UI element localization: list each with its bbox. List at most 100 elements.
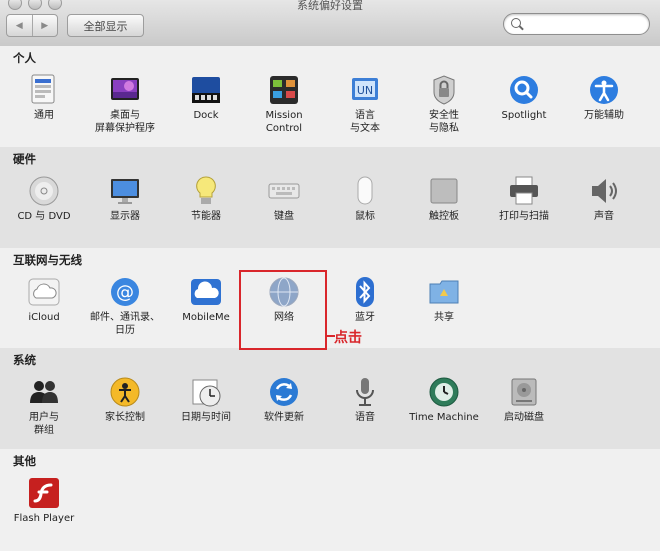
annotation-click-label: 点击 xyxy=(334,330,362,346)
pref-pane-label: Mission Control xyxy=(265,110,303,134)
pref-pane-language-text[interactable]: UN 语言 与文本 xyxy=(325,74,405,135)
pref-pane-label: 用户与 群组 xyxy=(29,412,59,436)
pref-pane-spotlight[interactable]: Spotlight xyxy=(484,74,564,122)
date-time-icon xyxy=(190,376,222,408)
pref-pane-label: 日期与时间 xyxy=(181,412,231,423)
window-title: 系统偏好设置 xyxy=(297,0,363,12)
pref-pane-mouse[interactable]: 鼠标 xyxy=(325,175,405,223)
show-all-button[interactable]: 全部显示 xyxy=(67,14,144,37)
pref-pane-date-time[interactable]: 日期与时间 xyxy=(166,376,246,424)
pref-pane-security-privacy[interactable]: 安全性 与隐私 xyxy=(404,74,484,135)
dock-icon xyxy=(190,74,222,106)
highlight-box xyxy=(239,270,327,350)
pref-pane-print-scan[interactable]: 打印与扫描 xyxy=(484,175,564,223)
users-groups-icon xyxy=(28,376,60,408)
security-privacy-icon xyxy=(428,74,460,106)
sharing-icon xyxy=(428,276,460,308)
forward-button[interactable]: ▶ xyxy=(31,15,58,36)
pref-pane-mission-control[interactable]: Mission Control xyxy=(244,74,324,135)
desktop-screensaver-icon xyxy=(109,74,141,106)
mouse-icon xyxy=(349,175,381,207)
search-icon xyxy=(511,18,521,28)
search-input[interactable] xyxy=(526,15,645,33)
bluetooth-icon xyxy=(349,276,381,308)
svg-text:@: @ xyxy=(116,282,134,303)
mobileme-icon xyxy=(190,276,222,308)
software-update-icon xyxy=(268,376,300,408)
pref-pane-energy-saver[interactable]: 节能器 xyxy=(166,175,246,223)
pref-pane-label: 桌面与 屏幕保护程序 xyxy=(95,110,155,134)
search-field[interactable] xyxy=(503,13,650,35)
pref-pane-label: 鼠标 xyxy=(355,211,375,222)
pref-pane-flash-player[interactable]: Flash Player xyxy=(4,477,84,525)
parental-controls-icon xyxy=(109,376,141,408)
back-button[interactable]: ◀ xyxy=(7,15,32,36)
section-2: 互联网与无线 iCloud @ 邮件、通讯录、 日历 MobileMe 网络 蓝牙 共享 xyxy=(0,248,660,349)
pref-pane-sharing[interactable]: 共享 xyxy=(404,276,484,324)
section-1: 硬件 CD 与 DVD 显示器 节能器 键盘 鼠标 触控板 打印与扫描 声音 xyxy=(0,147,660,249)
pref-pane-startup-disk[interactable]: 启动磁盘 xyxy=(484,376,564,424)
pref-pane-label: 家长控制 xyxy=(105,412,145,423)
pref-pane-displays[interactable]: 显示器 xyxy=(85,175,165,223)
pref-pane-mail-contacts-calendars[interactable]: @ 邮件、通讯录、 日历 xyxy=(85,276,165,337)
pref-pane-label: 声音 xyxy=(594,211,614,222)
pref-pane-users-groups[interactable]: 用户与 群组 xyxy=(4,376,84,437)
icloud-icon xyxy=(28,276,60,308)
pref-pane-label: 蓝牙 xyxy=(355,312,375,323)
nav-buttons: ◀ ▶ xyxy=(6,14,58,37)
pref-pane-dock[interactable]: Dock xyxy=(166,74,246,122)
pref-pane-label: 语音 xyxy=(355,412,375,423)
pref-pane-keyboard[interactable]: 键盘 xyxy=(244,175,324,223)
startup-disk-icon xyxy=(508,376,540,408)
trackpad-icon xyxy=(428,175,460,207)
pref-pane-label: Spotlight xyxy=(501,110,547,121)
section-4: 其他 Flash Player xyxy=(0,449,660,551)
pref-pane-label: Time Machine xyxy=(409,412,479,423)
mail-contacts-calendars-icon: @ xyxy=(109,276,141,308)
pref-pane-bluetooth[interactable]: 蓝牙 xyxy=(325,276,405,324)
pref-pane-label: 共享 xyxy=(434,312,454,323)
pref-pane-label: 打印与扫描 xyxy=(499,211,549,222)
pref-pane-label: 显示器 xyxy=(110,211,140,222)
section-title: 互联网与无线 xyxy=(13,253,82,267)
pref-pane-time-machine[interactable]: Time Machine xyxy=(404,376,484,424)
pref-pane-label: MobileMe xyxy=(182,312,230,323)
pref-pane-trackpad[interactable]: 触控板 xyxy=(404,175,484,223)
pref-pane-label: 通用 xyxy=(34,110,54,121)
spotlight-icon xyxy=(508,74,540,106)
energy-saver-icon xyxy=(190,175,222,207)
pref-pane-speech[interactable]: 语音 xyxy=(325,376,405,424)
toolbar: 系统偏好设置 ◀ ▶ 全部显示 xyxy=(0,0,660,47)
pref-pane-icloud[interactable]: iCloud xyxy=(4,276,84,324)
section-0: 个人通用 桌面与 屏幕保护程序 Dock Mission Control UN 语言 与文… xyxy=(0,46,660,148)
pref-pane-label: Flash Player xyxy=(13,513,75,524)
section-3: 系统 用户与 群组 家长控制 日期与时间 软件更新 语音 Time Machine 启动磁盘 xyxy=(0,348,660,450)
pref-pane-label: 邮件、通讯录、 日历 xyxy=(90,312,160,336)
pref-pane-sound[interactable]: 声音 xyxy=(564,175,644,223)
pref-pane-label: CD 与 DVD xyxy=(17,211,71,222)
flash-player-icon xyxy=(28,477,60,509)
print-scan-icon xyxy=(508,175,540,207)
pref-pane-software-update[interactable]: 软件更新 xyxy=(244,376,324,424)
pref-pane-label: 万能辅助 xyxy=(584,110,624,121)
pref-pane-mobileme[interactable]: MobileMe xyxy=(166,276,246,324)
section-title: 个人 xyxy=(13,51,36,65)
displays-icon xyxy=(109,175,141,207)
pref-pane-parental-controls[interactable]: 家长控制 xyxy=(85,376,165,424)
cd-dvd-icon xyxy=(28,175,60,207)
pref-pane-label: 启动磁盘 xyxy=(504,412,544,423)
pref-pane-label: Dock xyxy=(193,110,219,121)
pref-pane-cd-dvd[interactable]: CD 与 DVD xyxy=(4,175,84,223)
sound-icon xyxy=(588,175,620,207)
pref-pane-label: 语言 与文本 xyxy=(350,110,380,134)
pref-pane-universal-access[interactable]: 万能辅助 xyxy=(564,74,644,122)
pref-pane-label: 软件更新 xyxy=(264,412,304,423)
general-icon xyxy=(28,74,60,106)
svg-text:UN: UN xyxy=(357,84,373,97)
pref-pane-label: 触控板 xyxy=(429,211,459,222)
pref-pane-desktop-screensaver[interactable]: 桌面与 屏幕保护程序 xyxy=(85,74,165,135)
pref-pane-label: 安全性 与隐私 xyxy=(429,110,459,134)
speech-icon xyxy=(349,376,381,408)
pref-pane-general[interactable]: 通用 xyxy=(4,74,84,122)
mission-control-icon xyxy=(268,74,300,106)
